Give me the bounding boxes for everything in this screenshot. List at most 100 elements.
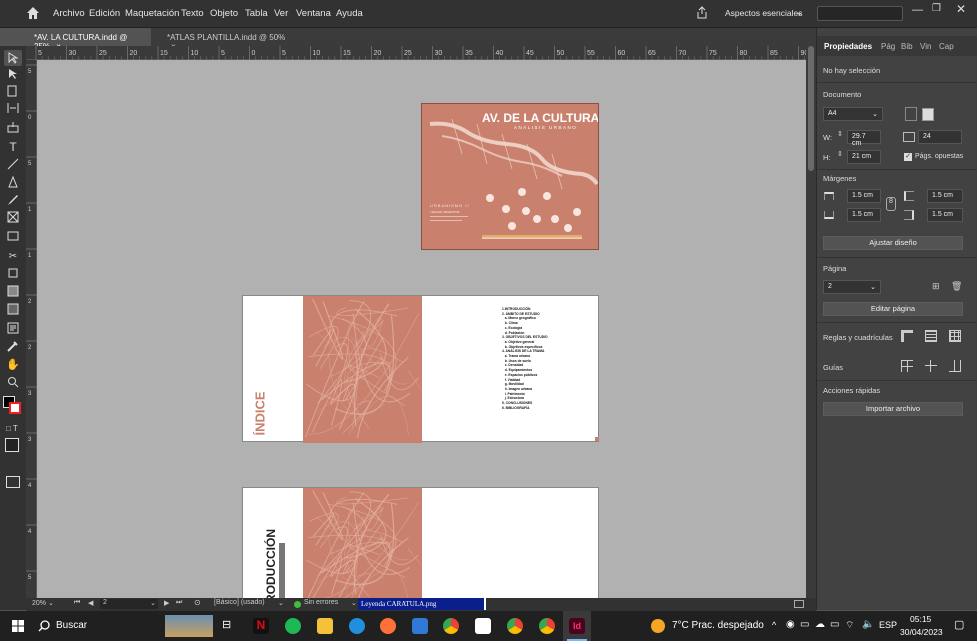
direct-selection-tool-icon[interactable] xyxy=(4,66,22,82)
wifi-icon[interactable]: ⌔ xyxy=(845,619,854,632)
margin-top-field[interactable]: 1.5 cm xyxy=(847,189,881,203)
scissors-tool-icon[interactable]: ✂ xyxy=(4,248,22,264)
gradient-tool-icon[interactable] xyxy=(4,283,22,299)
edit-page-button[interactable]: Editar página xyxy=(823,302,963,316)
selection-tool-icon[interactable] xyxy=(4,50,22,66)
hand-tool-icon[interactable]: ✋ xyxy=(4,356,22,372)
menu-tabla[interactable]: Tabla xyxy=(245,8,268,19)
mail-icon[interactable] xyxy=(412,618,428,634)
menu-archivo[interactable]: Archivo xyxy=(53,8,85,19)
tab-bibliotecas[interactable]: Bib xyxy=(901,42,913,51)
preflight-icon[interactable]: ⊙ xyxy=(194,598,201,607)
pen-tool-icon[interactable] xyxy=(4,174,22,190)
gap-tool-icon[interactable] xyxy=(4,100,22,116)
weather-text[interactable]: 7°C Prac. despejado xyxy=(672,620,764,631)
camera-icon[interactable]: ▭ xyxy=(800,619,809,630)
formatting-container-icon[interactable]: □ T xyxy=(6,424,18,433)
index-spread[interactable]: ÍNDICE 1.INTRODUCCIÓN 2. ÁMBITO DE ESTUDI… xyxy=(242,295,599,443)
stepper-icon[interactable]: ⇕ xyxy=(837,150,843,158)
onedrive-icon[interactable]: ☁ xyxy=(815,619,825,630)
height-field[interactable]: 21 cm xyxy=(847,150,881,164)
windows-start-icon[interactable] xyxy=(12,620,24,632)
menu-objeto[interactable]: Objeto xyxy=(210,8,238,19)
close-icon[interactable]: ✕ xyxy=(956,2,966,16)
apply-color-icon[interactable] xyxy=(5,438,19,452)
add-page-icon[interactable]: ⊞ xyxy=(932,281,940,292)
clock-time[interactable]: 05:15 xyxy=(910,614,931,624)
tab-atlas-plantilla[interactable]: *ATLAS PLANTILLA.indd @ 50% × xyxy=(159,28,294,51)
first-page-icon[interactable]: ⏮ xyxy=(74,599,80,607)
search-icon[interactable] xyxy=(38,620,50,632)
eyedropper-tool-icon[interactable] xyxy=(4,338,22,354)
rulers-icon[interactable] xyxy=(901,330,913,342)
menu-ver[interactable]: Ver xyxy=(274,8,288,19)
chrome-icon[interactable] xyxy=(443,618,459,634)
stroke-swatch[interactable] xyxy=(9,402,21,414)
zoom-tool-icon[interactable] xyxy=(4,374,22,390)
margin-left-field[interactable]: 1.5 cm xyxy=(927,189,963,203)
spotify-icon[interactable] xyxy=(285,618,301,634)
tab-vinculos[interactable]: Vin xyxy=(920,42,931,51)
file-explorer-icon[interactable] xyxy=(317,618,333,634)
lock-guides-icon[interactable] xyxy=(925,360,937,372)
smart-guides-icon[interactable] xyxy=(949,360,961,372)
tab-propiedades[interactable]: Propiedades xyxy=(824,42,872,51)
menu-texto[interactable]: Texto xyxy=(181,8,204,19)
intro-spread[interactable]: RODUCCIÓN xyxy=(242,487,599,600)
rectangle-tool-icon[interactable] xyxy=(4,228,22,244)
language-indicator[interactable]: ESP xyxy=(879,620,897,630)
vertical-scrollbar[interactable] xyxy=(806,46,816,600)
tab-av-la-cultura[interactable]: *AV. LA CULTURA.indd @ 25% × xyxy=(26,28,151,51)
page-select[interactable]: 2 ⌄ xyxy=(823,280,881,294)
portrait-icon[interactable] xyxy=(905,107,917,121)
indesign-icon[interactable]: Id xyxy=(569,618,585,634)
menu-ayuda[interactable]: Ayuda xyxy=(336,8,363,19)
show-guides-icon[interactable] xyxy=(901,360,913,372)
split-view-icon[interactable] xyxy=(794,600,804,608)
chrome-icon[interactable] xyxy=(507,618,523,634)
gradient-feather-tool-icon[interactable] xyxy=(4,301,22,317)
home-icon[interactable] xyxy=(26,6,40,20)
type-tool-icon[interactable]: T xyxy=(4,139,22,155)
next-page-icon[interactable]: ▶ xyxy=(164,599,169,607)
page-tool-icon[interactable] xyxy=(4,83,22,99)
pages-field[interactable]: 24 xyxy=(918,130,962,144)
content-collector-icon[interactable] xyxy=(4,119,22,135)
chevron-down-icon[interactable]: ⌄ xyxy=(278,599,284,607)
prev-page-icon[interactable]: ◀ xyxy=(88,599,93,607)
zoom-field[interactable]: 20% ⌄ xyxy=(32,599,62,609)
chevron-down-icon[interactable]: ⌄ xyxy=(796,8,803,17)
notifications-icon[interactable]: ▢ xyxy=(954,618,964,631)
store-icon[interactable] xyxy=(475,618,491,634)
edge-icon[interactable] xyxy=(349,618,365,634)
screen-mode-icon[interactable] xyxy=(6,476,20,488)
scrollbar-thumb[interactable] xyxy=(808,46,814,171)
baseline-grid-icon[interactable] xyxy=(925,330,937,342)
pasteboard[interactable]: URBANISMO II TERCER SEMESTRE AV. DE LA C… xyxy=(37,60,806,600)
page-number-field[interactable]: 2 ⌄ xyxy=(100,599,158,609)
facing-pages-checkbox[interactable]: ✓ xyxy=(904,153,912,161)
stepper-icon[interactable]: ⇕ xyxy=(837,130,843,138)
workspace-switcher[interactable]: Aspectos esenciales xyxy=(725,8,803,18)
landscape-icon[interactable] xyxy=(922,108,934,121)
preflight-profile[interactable]: [Básico] (usado) xyxy=(214,599,265,606)
task-view-icon[interactable]: ⊟ xyxy=(222,618,231,631)
tab-paginas[interactable]: Pág xyxy=(881,42,895,51)
chrome-icon[interactable] xyxy=(539,618,555,634)
line-tool-icon[interactable] xyxy=(4,156,22,172)
battery-icon[interactable]: ▭ xyxy=(830,619,839,630)
menu-edicion[interactable]: Edición xyxy=(89,8,120,19)
import-file-button[interactable]: Importar archivo xyxy=(823,402,963,416)
chevron-up-icon[interactable]: ^ xyxy=(772,620,776,630)
search-input[interactable] xyxy=(817,6,903,21)
width-field[interactable]: 29.7 cm xyxy=(847,130,881,147)
page-size-select[interactable]: A4 ⌄ xyxy=(823,107,883,121)
netflix-icon[interactable]: N xyxy=(253,618,269,634)
note-tool-icon[interactable] xyxy=(4,320,22,336)
margin-right-field[interactable]: 1.5 cm xyxy=(927,208,963,222)
document-grid-icon[interactable] xyxy=(949,330,961,342)
meet-now-icon[interactable]: ◉ xyxy=(786,619,795,630)
rectangle-frame-tool-icon[interactable] xyxy=(4,209,22,225)
volume-icon[interactable]: 🔈 xyxy=(862,619,874,630)
adjust-layout-button[interactable]: Ajustar diseño xyxy=(823,236,963,250)
